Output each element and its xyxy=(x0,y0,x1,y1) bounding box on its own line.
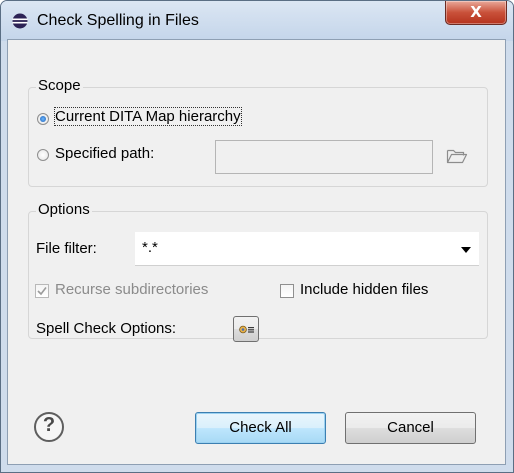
file-filter-value[interactable]: *.* xyxy=(142,239,158,256)
window-title: Check Spelling in Files xyxy=(37,12,199,29)
radio-current-map[interactable] xyxy=(37,113,49,125)
recurse-subdirectories-checkbox[interactable] xyxy=(35,284,49,298)
check-all-button-label: Check All xyxy=(229,419,292,436)
title-bar[interactable]: Check Spelling in Files X xyxy=(1,1,513,41)
options-group-label: Options xyxy=(36,201,92,218)
include-hidden-files-checkbox[interactable] xyxy=(280,284,294,298)
close-icon: X xyxy=(470,3,482,21)
spell-check-options-button[interactable] xyxy=(233,316,259,342)
scope-group-label: Scope xyxy=(36,77,83,94)
recurse-subdirectories-label: Recurse subdirectories xyxy=(55,281,209,298)
check-all-button[interactable]: Check All xyxy=(195,412,326,444)
cancel-button-label: Cancel xyxy=(387,419,434,436)
radio-specified-path-label[interactable]: Specified path: xyxy=(55,145,154,162)
eclipse-icon xyxy=(12,13,28,29)
dropdown-arrow-icon[interactable] xyxy=(461,247,471,253)
radio-specified-path[interactable] xyxy=(37,149,49,161)
settings-icon xyxy=(239,325,254,334)
include-hidden-files-label[interactable]: Include hidden files xyxy=(300,281,428,298)
radio-current-map-label[interactable]: Current DITA Map hierarchy xyxy=(54,107,242,126)
specified-path-input[interactable] xyxy=(215,140,433,174)
close-button[interactable]: X xyxy=(445,1,507,25)
cancel-button[interactable]: Cancel xyxy=(345,412,476,444)
help-icon-glyph[interactable]: ? xyxy=(33,414,65,437)
file-filter-label: File filter: xyxy=(36,240,97,257)
file-filter-combo[interactable]: *.* xyxy=(135,232,479,266)
check-mark-icon xyxy=(37,287,47,296)
spell-check-options-label: Spell Check Options: xyxy=(36,320,177,337)
folder-open-icon[interactable] xyxy=(446,147,468,165)
